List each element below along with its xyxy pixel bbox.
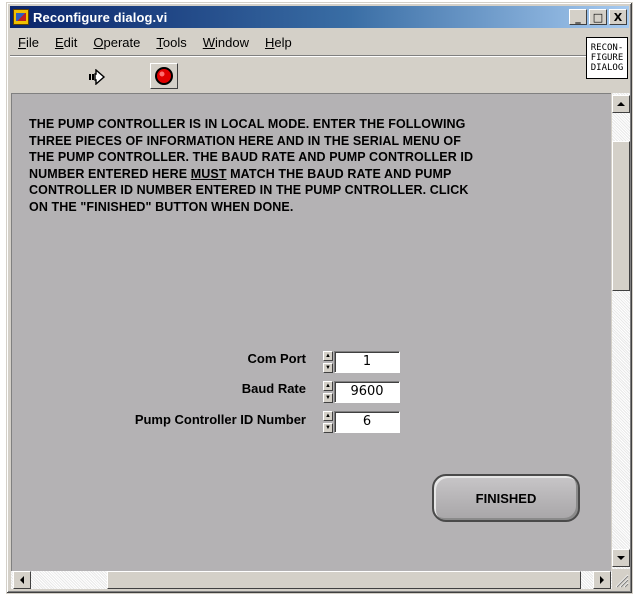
pump-id-input[interactable]: 6	[334, 411, 400, 433]
com-port-label: Com Port	[247, 351, 307, 366]
vi-icon-text: DIALOG	[590, 63, 624, 73]
finished-button[interactable]: FINISHED	[432, 474, 580, 522]
emphasis-must: MUST	[190, 166, 227, 181]
vertical-scrollbar[interactable]	[612, 93, 630, 569]
decrement-arrow-icon[interactable]: ▼	[323, 393, 333, 403]
pump-id-stepper[interactable]: ▲ ▼	[323, 411, 333, 433]
vertical-scroll-thumb[interactable]	[612, 141, 630, 291]
vi-connector-icon[interactable]: RECON- FIGURE DIALOG	[586, 37, 628, 79]
vi-window: Reconfigure dialog.vi _ □ X File Edit Op…	[6, 2, 633, 594]
increment-arrow-icon[interactable]: ▲	[323, 411, 333, 421]
menu-edit[interactable]: Edit	[55, 35, 77, 50]
com-port-input[interactable]: 1	[334, 351, 400, 373]
vi-icon-text: RECON-	[590, 43, 624, 53]
decrement-arrow-icon[interactable]: ▼	[323, 423, 333, 433]
toolbar	[10, 55, 590, 91]
menu-window[interactable]: Window	[203, 35, 249, 50]
title-bar[interactable]: Reconfigure dialog.vi _ □ X	[10, 6, 629, 28]
scroll-right-arrow-icon[interactable]	[593, 571, 611, 589]
window-controls: _ □ X	[567, 9, 627, 25]
scroll-up-arrow-icon[interactable]	[612, 95, 630, 113]
maximize-button[interactable]: □	[589, 9, 607, 25]
menu-file[interactable]: File	[18, 35, 39, 50]
menu-operate[interactable]: Operate	[93, 35, 140, 50]
run-arrow-icon[interactable]	[85, 66, 113, 88]
baud-rate-input[interactable]: 9600	[334, 381, 400, 403]
scroll-down-arrow-icon[interactable]	[612, 549, 630, 567]
resize-grip-icon[interactable]	[612, 571, 630, 589]
vi-icon-text: FIGURE	[590, 53, 624, 63]
horizontal-scrollbar[interactable]	[11, 571, 612, 589]
menu-tools[interactable]: Tools	[156, 35, 186, 50]
decrement-arrow-icon[interactable]: ▼	[323, 363, 333, 373]
baud-rate-stepper[interactable]: ▲ ▼	[323, 381, 333, 403]
increment-arrow-icon[interactable]: ▲	[323, 381, 333, 391]
com-port-stepper[interactable]: ▲ ▼	[323, 351, 333, 373]
close-button[interactable]: X	[609, 9, 627, 25]
instructions-text: THE PUMP CONTROLLER IS IN LOCAL MODE. EN…	[29, 117, 474, 214]
baud-rate-label: Baud Rate	[241, 381, 306, 396]
horizontal-scroll-thumb[interactable]	[107, 571, 581, 589]
scroll-left-arrow-icon[interactable]	[13, 571, 31, 589]
labview-app-icon[interactable]	[13, 9, 29, 25]
increment-arrow-icon[interactable]: ▲	[323, 351, 333, 361]
menu-bar: File Edit Operate Tools Window Help	[10, 31, 590, 53]
front-panel: THE PUMP CONTROLLER IS IN LOCAL MODE. EN…	[11, 93, 611, 573]
pump-id-label: Pump Controller ID Number	[134, 412, 306, 427]
minimize-button[interactable]: _	[569, 9, 587, 25]
stop-icon[interactable]	[150, 63, 178, 89]
menu-help[interactable]: Help	[265, 35, 292, 50]
window-title: Reconfigure dialog.vi	[33, 9, 168, 25]
